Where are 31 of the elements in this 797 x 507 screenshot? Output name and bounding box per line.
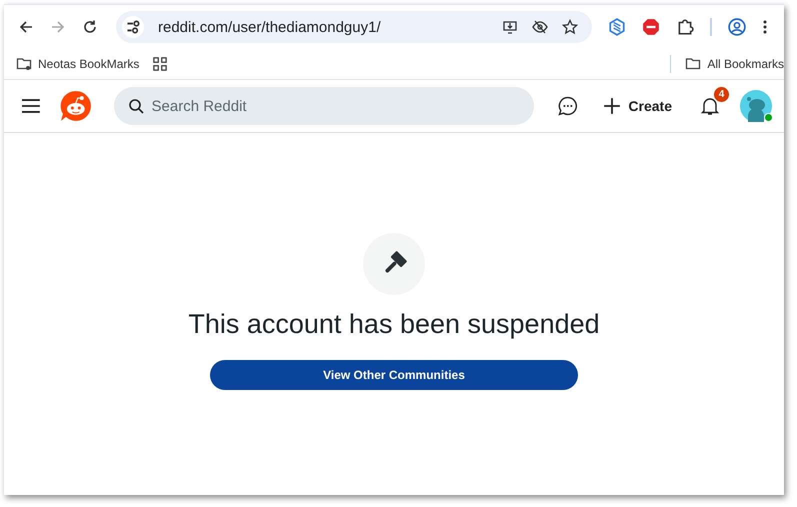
search-bar[interactable]: Search Reddit (114, 87, 534, 125)
search-icon[interactable] (128, 98, 144, 114)
avatar[interactable] (740, 90, 772, 122)
back-arrow-icon[interactable] (18, 19, 34, 35)
alien-logo-icon[interactable] (60, 90, 92, 122)
create-button[interactable]: Create (595, 91, 680, 121)
star-icon[interactable] (562, 19, 578, 35)
url-text: reddit.com/user/thediamondguy1/ (158, 18, 382, 36)
folder-gear-icon[interactable] (16, 56, 32, 72)
puzzle-icon[interactable] (676, 18, 694, 36)
chat-icon[interactable] (558, 96, 578, 116)
search-field[interactable]: Search Reddit (150, 96, 520, 116)
hexagon-extension-icon[interactable] (608, 18, 626, 36)
address-bar[interactable]: reddit.com/user/thediamondguy1/ (116, 11, 592, 43)
menu-icon[interactable] (22, 99, 40, 113)
all-bookmarks-link[interactable]: All Bookmarks (707, 57, 784, 71)
site-settings-icon[interactable] (122, 16, 144, 38)
apps-grid-icon[interactable] (153, 57, 168, 71)
reload-icon[interactable] (82, 19, 98, 35)
folder-icon[interactable] (685, 56, 702, 72)
profile-icon[interactable] (728, 18, 746, 36)
plus-icon (603, 97, 622, 115)
stop-sign-extension-icon[interactable] (642, 18, 660, 36)
suspended-message: This account has been suspended (188, 309, 600, 340)
view-communities-button[interactable]: View Other Communities (210, 360, 578, 390)
bell-icon[interactable] (700, 96, 720, 116)
more-menu-icon[interactable] (762, 19, 768, 35)
install-app-icon[interactable] (502, 19, 518, 35)
notification-count: 4 (714, 87, 729, 102)
bookmark-link[interactable]: Neotas BookMarks (38, 57, 140, 71)
eye-slash-icon[interactable] (532, 19, 548, 35)
